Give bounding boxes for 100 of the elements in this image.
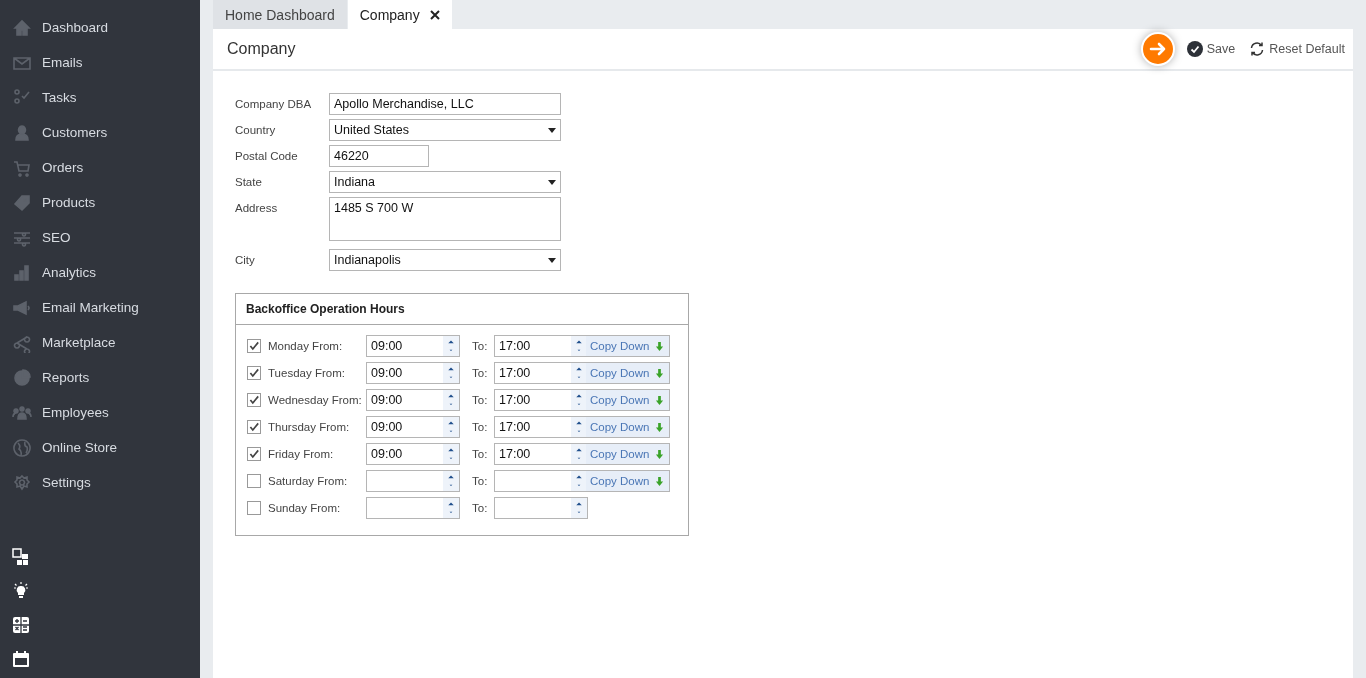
sidebar-item-icon: [12, 437, 32, 458]
reset-button[interactable]: Reset Default: [1247, 39, 1347, 59]
to-label: To:: [472, 448, 489, 460]
sidebar-item[interactable]: Employees: [0, 395, 200, 430]
spinner-arrows-icon: [443, 498, 459, 518]
lightbulb-icon[interactable]: [12, 582, 30, 600]
calendar-icon[interactable]: [12, 650, 30, 668]
sidebar-item[interactable]: Email Marketing: [0, 290, 200, 325]
save-button[interactable]: Save: [1184, 39, 1238, 59]
spinner-arrows-icon: [571, 498, 587, 518]
to-label: To:: [472, 367, 489, 379]
copy-down-button[interactable]: Copy Down: [586, 443, 671, 465]
spinner-arrows-icon: [443, 363, 459, 383]
arrow-right-button[interactable]: [1140, 32, 1175, 66]
spinner-arrows-icon: [443, 417, 459, 437]
panel-title: Backoffice Operation Hours: [236, 294, 688, 325]
arrow-down-icon: [655, 395, 665, 405]
sidebar-item[interactable]: Online Store: [0, 430, 200, 465]
spinner-arrows-icon: [571, 417, 587, 437]
day-label: Tuesday From:: [268, 367, 346, 379]
windows-icon[interactable]: [12, 548, 30, 566]
input-field[interactable]: 46220: [329, 145, 429, 167]
arrow-down-icon: [655, 341, 665, 351]
field-label: Postal Code: [235, 149, 299, 162]
field-label: State: [235, 175, 263, 188]
check-icon: [1186, 41, 1203, 57]
spinner-arrows-icon: [443, 336, 459, 356]
copy-down-button[interactable]: Copy Down: [586, 470, 671, 492]
arrow-down-icon: [655, 449, 665, 459]
to-label: To:: [472, 394, 489, 406]
time-field[interactable]: 09:00: [366, 389, 460, 411]
sidebar-item[interactable]: Marketplace: [0, 325, 200, 360]
sidebar-item-icon: [12, 192, 32, 213]
checkbox[interactable]: [247, 474, 261, 488]
sidebar-item[interactable]: Orders: [0, 150, 200, 185]
caret-icon: [548, 257, 556, 263]
to-label: To:: [472, 475, 489, 487]
to-label: To:: [472, 340, 489, 352]
checkbox[interactable]: [247, 366, 261, 380]
time-field[interactable]: 09:00: [366, 443, 460, 465]
dropdown[interactable]: Indiana: [329, 171, 561, 193]
sidebar-item[interactable]: Products: [0, 185, 200, 220]
time-field[interactable]: [494, 470, 588, 492]
day-label: Thursday From:: [268, 421, 351, 433]
input-field[interactable]: Apollo Merchandise, LLC: [329, 93, 561, 115]
spinner-arrows-icon: [571, 336, 587, 356]
sidebar-item-icon: [12, 262, 32, 283]
to-label: To:: [472, 502, 489, 514]
day-label: Sunday From:: [268, 502, 342, 514]
spinner-arrows-icon: [571, 390, 587, 410]
time-field[interactable]: 09:00: [366, 335, 460, 357]
sidebar-item[interactable]: Customers: [0, 115, 200, 150]
copy-down-button[interactable]: Copy Down: [586, 389, 671, 411]
time-field[interactable]: 17:00: [494, 335, 588, 357]
field-label: Address: [235, 201, 279, 214]
sidebar-item[interactable]: Tasks: [0, 80, 200, 115]
checkbox[interactable]: [247, 420, 261, 434]
time-field[interactable]: [366, 497, 460, 519]
spinner-arrows-icon: [571, 471, 587, 491]
dropdown[interactable]: Indianapolis: [329, 249, 561, 271]
sidebar-item[interactable]: Emails: [0, 45, 200, 80]
day-label: Saturday From:: [268, 475, 349, 487]
time-field[interactable]: [494, 497, 588, 519]
caret-icon: [548, 179, 556, 185]
time-field[interactable]: 17:00: [494, 389, 588, 411]
field-label: Country: [235, 123, 277, 136]
caret-icon: [548, 127, 556, 133]
tab[interactable]: Company: [347, 0, 452, 29]
arrow-down-icon: [655, 476, 665, 486]
to-label: To:: [472, 421, 489, 433]
spinner-arrows-icon: [571, 363, 587, 383]
spinner-arrows-icon: [443, 471, 459, 491]
sidebar-item[interactable]: Dashboard: [0, 10, 200, 45]
sidebar-item[interactable]: SEO: [0, 220, 200, 255]
time-field[interactable]: 17:00: [494, 416, 588, 438]
sidebar-item[interactable]: Reports: [0, 360, 200, 395]
sidebar-item[interactable]: Analytics: [0, 255, 200, 290]
address-field[interactable]: 1485 S 700 W: [329, 197, 561, 241]
checkbox[interactable]: [247, 393, 261, 407]
field-label: City: [235, 253, 256, 266]
arrow-down-icon: [655, 422, 665, 432]
copy-down-button[interactable]: Copy Down: [586, 362, 671, 384]
time-field[interactable]: [366, 470, 460, 492]
close-icon[interactable]: [429, 9, 440, 20]
time-field[interactable]: 09:00: [366, 362, 460, 384]
checkbox[interactable]: [247, 501, 261, 515]
copy-down-button[interactable]: Copy Down: [586, 416, 671, 438]
time-field[interactable]: 17:00: [494, 443, 588, 465]
time-field[interactable]: 09:00: [366, 416, 460, 438]
dropdown[interactable]: United States: [329, 119, 561, 141]
checkbox[interactable]: [247, 447, 261, 461]
sidebar-item[interactable]: Settings: [0, 465, 200, 500]
copy-down-button[interactable]: Copy Down: [586, 335, 671, 357]
tab[interactable]: Home Dashboard: [213, 0, 347, 29]
calculator-icon[interactable]: [12, 616, 30, 634]
spinner-arrows-icon: [571, 444, 587, 464]
spinner-arrows-icon: [443, 390, 459, 410]
time-field[interactable]: 17:00: [494, 362, 588, 384]
checkbox[interactable]: [247, 339, 261, 353]
spinner-arrows-icon: [443, 444, 459, 464]
